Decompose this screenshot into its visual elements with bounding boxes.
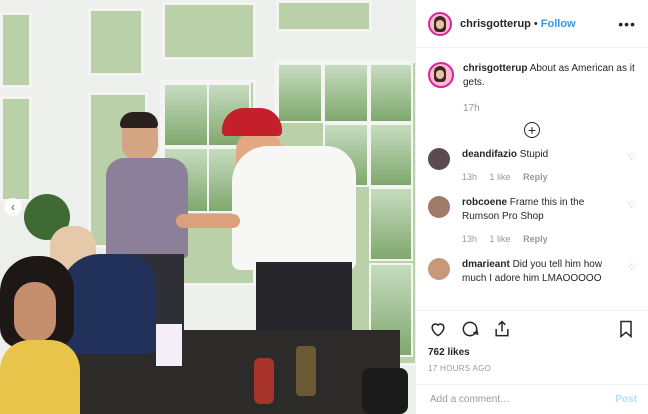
post-timestamp: 17 HOURS AGO <box>428 364 492 373</box>
comment-username[interactable]: robcoene <box>462 197 507 208</box>
heart-icon[interactable]: ♡ <box>628 200 636 211</box>
bag <box>362 368 408 414</box>
comment-username[interactable]: deandifazio <box>462 149 517 160</box>
handshake <box>176 214 240 228</box>
window <box>276 0 372 32</box>
window <box>0 96 32 202</box>
heart-icon[interactable] <box>428 319 448 339</box>
caption-time: 17h <box>463 103 480 114</box>
bottle <box>296 346 316 396</box>
comment-item: deandifazio Stupid 13h 1 like Reply ♡ <box>428 148 636 184</box>
post-button[interactable]: Post <box>615 394 637 405</box>
comment-time: 13h <box>462 172 478 182</box>
post-header: chrisgotterup • Follow ••• <box>416 0 648 48</box>
comment-item: dmarieant Did you tell him how much I ad… <box>428 258 636 286</box>
window <box>88 8 144 76</box>
person-face <box>14 282 56 342</box>
reply-button[interactable]: Reply <box>523 172 548 182</box>
bookmark-icon[interactable] <box>616 319 636 339</box>
person-shirt <box>106 158 188 258</box>
more-icon[interactable]: ••• <box>618 16 636 32</box>
comment-avatar[interactable] <box>428 196 450 218</box>
comment-avatar[interactable] <box>428 258 450 280</box>
photo-prev-button[interactable]: ‹ <box>4 198 22 216</box>
comments-section: chrisgotterup About as American as it ge… <box>416 48 648 310</box>
cup <box>156 324 182 366</box>
comment-item: robcoene Frame this in the Rumson Pro Sh… <box>428 196 636 246</box>
post-side-panel: chrisgotterup • Follow ••• chrisgotterup… <box>415 0 648 414</box>
caption-username[interactable]: chrisgotterup <box>463 63 527 74</box>
header-username[interactable]: chrisgotterup <box>460 18 531 30</box>
comment-likes[interactable]: 1 like <box>490 172 511 182</box>
heart-icon[interactable]: ♡ <box>628 152 636 163</box>
person-shirt <box>60 254 156 354</box>
window <box>162 2 256 60</box>
dot-separator: • <box>533 17 538 30</box>
post-photo[interactable]: ‹ <box>0 0 415 414</box>
window <box>0 12 32 88</box>
reply-button[interactable]: Reply <box>523 234 548 244</box>
comment-input[interactable] <box>428 393 616 406</box>
comment-avatar[interactable] <box>428 148 450 170</box>
comment-time: 13h <box>462 234 478 244</box>
plus-circle-icon[interactable]: + <box>524 122 540 138</box>
comment-icon[interactable] <box>460 319 480 339</box>
likes-count[interactable]: 762 likes <box>428 347 636 358</box>
add-comment-bar: Post <box>416 384 648 414</box>
caption-text-block: chrisgotterup About as American as it ge… <box>463 62 636 116</box>
caption: chrisgotterup About as American as it ge… <box>428 62 636 116</box>
comment-likes[interactable]: 1 like <box>490 234 511 244</box>
comment-username[interactable]: dmarieant <box>462 259 510 270</box>
comment-text: Stupid <box>519 149 549 160</box>
ketchup-bottle <box>254 358 274 404</box>
person-shirt <box>232 146 356 270</box>
person-hair <box>120 112 158 128</box>
avatar[interactable] <box>428 62 454 88</box>
share-icon[interactable] <box>492 319 512 339</box>
follow-button[interactable]: Follow <box>541 18 576 30</box>
avatar[interactable] <box>428 11 452 36</box>
red-cap <box>222 108 282 136</box>
person-shirt <box>0 340 80 414</box>
heart-icon[interactable]: ♡ <box>628 262 636 273</box>
